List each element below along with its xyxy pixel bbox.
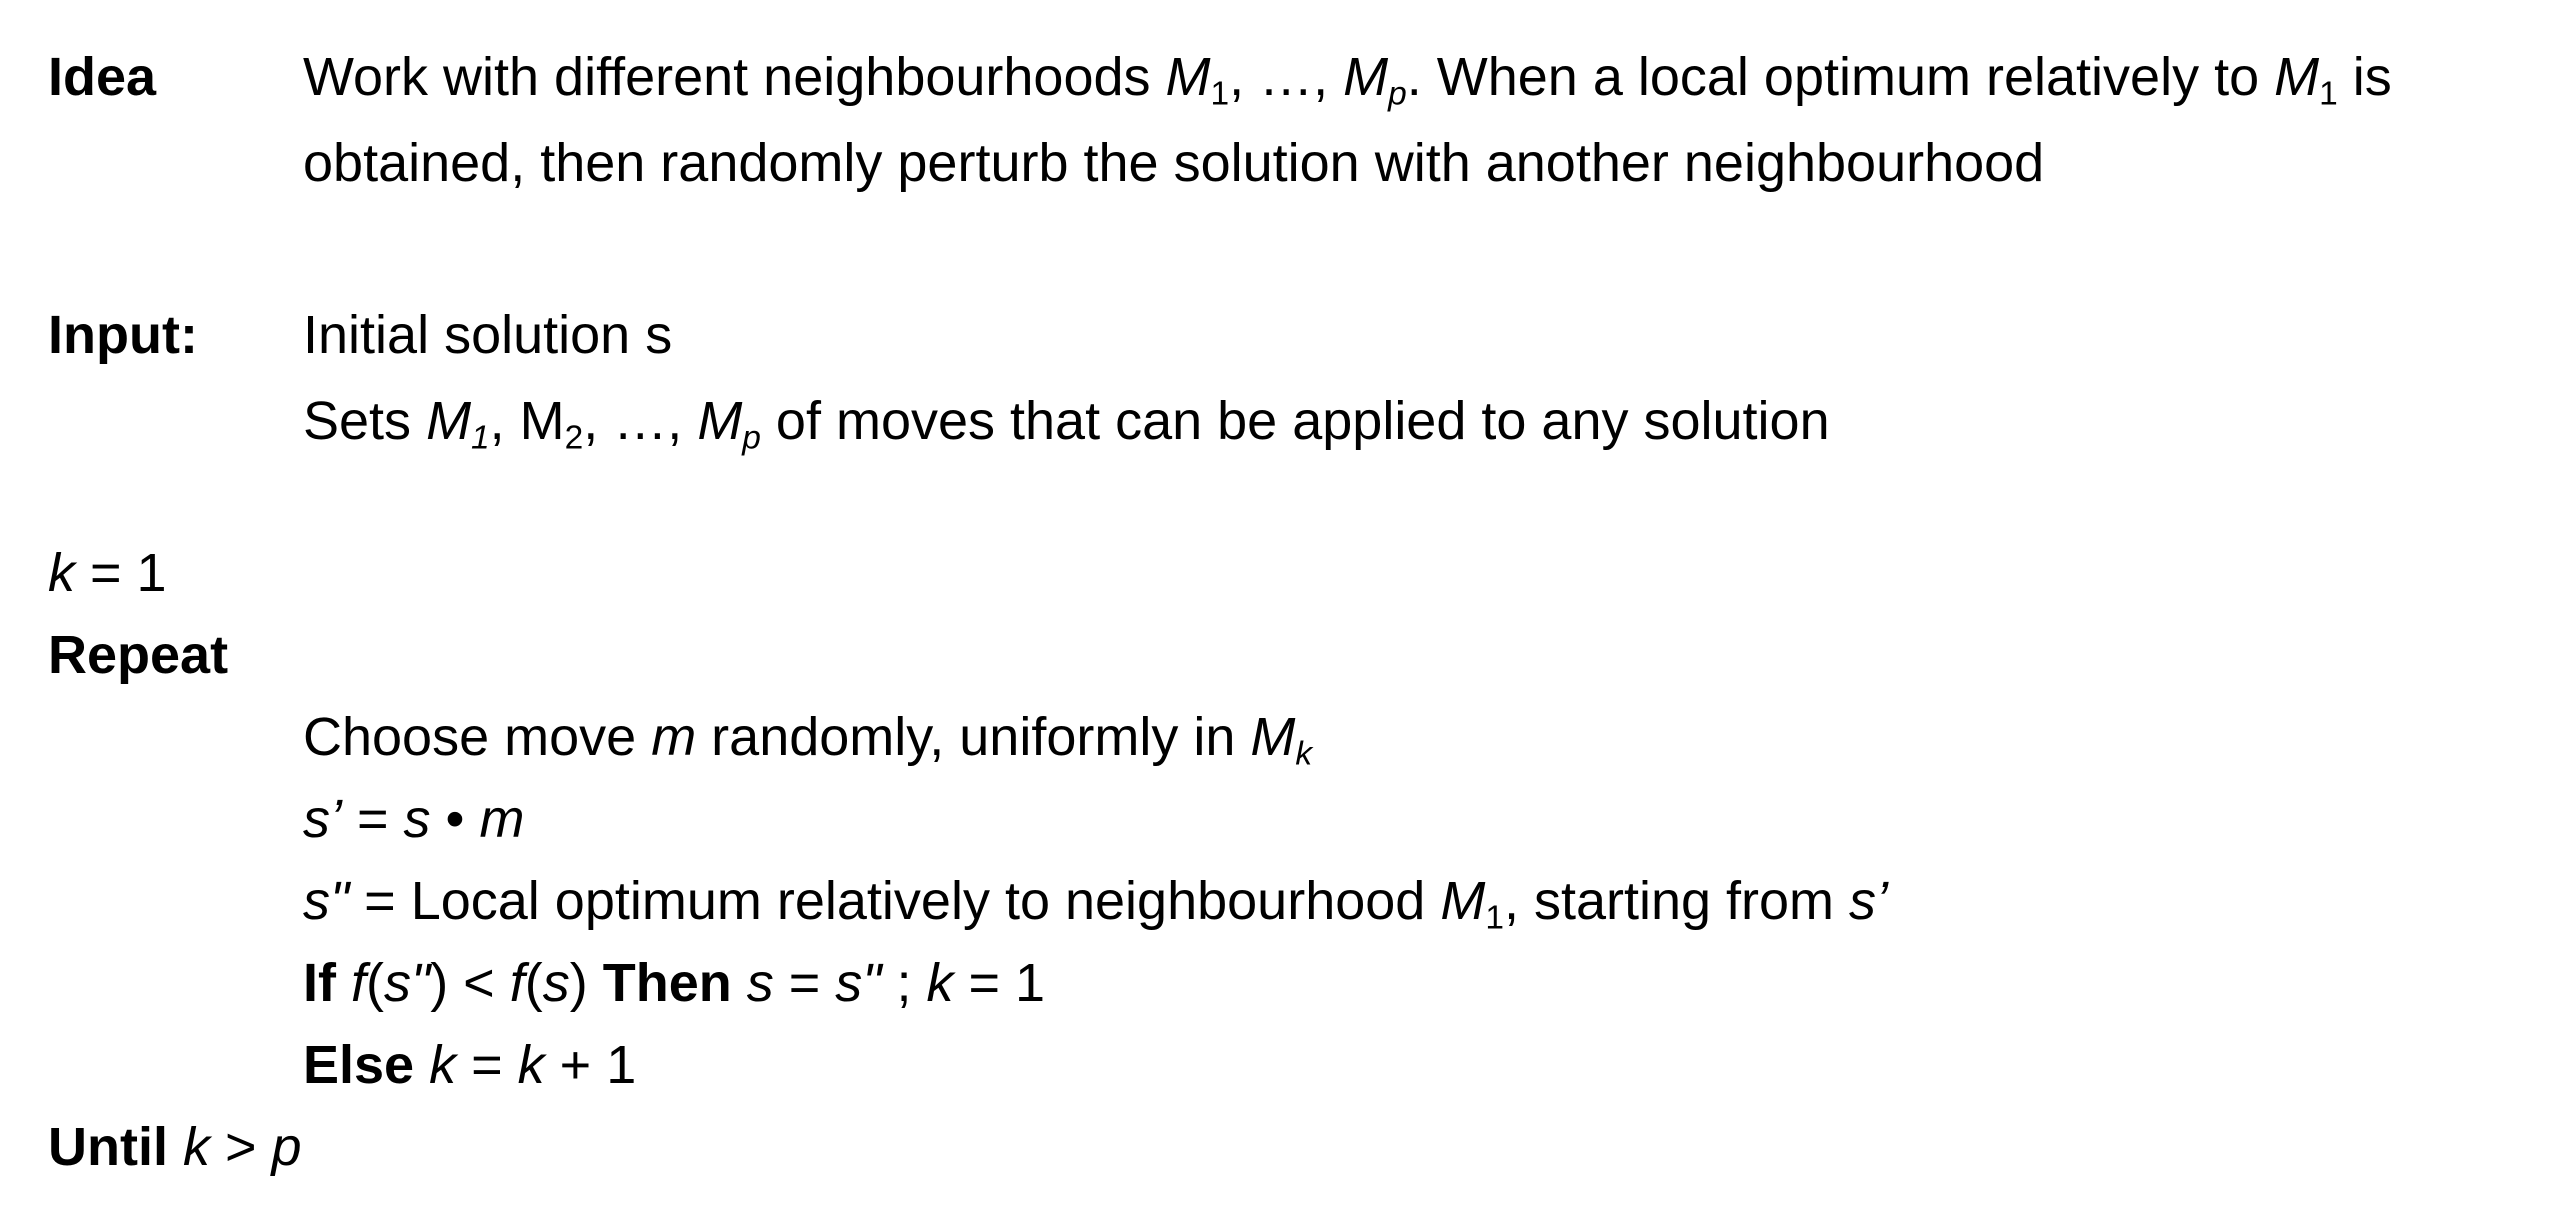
separator: ;: [881, 953, 927, 1013]
var-k: k: [926, 953, 954, 1013]
operator: >: [210, 1117, 272, 1177]
set-m: M: [697, 391, 743, 451]
var-k: k: [517, 1035, 545, 1095]
paren: (: [366, 953, 385, 1013]
var-s-prime: s’: [1849, 871, 1889, 931]
set-m: M: [1440, 871, 1486, 931]
idea-text-3: . When a local optimum relatively to: [1406, 47, 2275, 107]
var-k: k: [429, 1035, 457, 1095]
idea-text-1: Work with different neighbourhoods: [303, 47, 1166, 107]
step-text: , starting from: [1503, 871, 1850, 931]
repeat-keyword: Repeat: [48, 625, 229, 685]
subscript: k: [1295, 735, 1313, 773]
var-p: p: [271, 1117, 302, 1177]
step-local-optimum: s" = Local optimum relatively to neighbo…: [303, 871, 1889, 935]
var-s-prime: s’: [303, 789, 342, 849]
input-label: Input:: [48, 305, 198, 365]
input-line-1: Initial solution s: [303, 305, 673, 365]
set-m: M: [2274, 47, 2320, 107]
operator: + 1: [544, 1035, 637, 1095]
idea-line-2: obtained, then randomly perturb the solu…: [303, 133, 2045, 193]
idea-line-1: Work with different neighbourhoods M1, ……: [303, 47, 2392, 111]
step-text: Choose move: [303, 707, 652, 767]
set-m: M: [1343, 47, 1389, 107]
operator: = 1: [953, 953, 1046, 1013]
init-line: k = 1: [48, 546, 167, 600]
set-m: M: [1250, 707, 1296, 767]
idea-label: Idea: [48, 47, 157, 107]
var-m: m: [651, 707, 697, 767]
set-m: M: [426, 391, 472, 451]
subscript: 1: [1485, 899, 1504, 937]
input-text-4: of moves that can be applied to any solu…: [760, 391, 1830, 451]
subscript: 2: [564, 419, 584, 457]
input-text-3: , …,: [583, 391, 698, 451]
init-value: = 1: [75, 543, 167, 603]
input-line-2: Sets M1, M2, …, Mp of moves that can be …: [303, 391, 1830, 455]
input-text-1: Sets: [303, 391, 427, 451]
var-s-double-prime: s": [835, 953, 882, 1013]
step-text: randomly, uniformly in: [696, 707, 1251, 767]
subscript: 1: [1210, 75, 1230, 113]
operator: =: [456, 1035, 518, 1095]
until-keyword: Until: [48, 1117, 168, 1177]
step-text: = Local optimum relatively to neighbourh…: [349, 871, 1441, 931]
paren: ): [569, 953, 603, 1013]
if-keyword: If: [303, 953, 336, 1013]
else-keyword: Else: [303, 1035, 415, 1095]
operator: =: [773, 953, 836, 1013]
operator: •: [430, 789, 480, 849]
subscript: p: [742, 419, 761, 457]
step-apply-move: s’ = s • m: [303, 792, 524, 846]
func-f: f: [509, 953, 525, 1013]
var-k: k: [48, 543, 75, 603]
set-m: M: [1165, 47, 1211, 107]
until-line: Until k > p: [48, 1120, 302, 1174]
var-s: s: [403, 789, 431, 849]
input-text-2: , M: [489, 391, 565, 451]
subscript: p: [1388, 75, 1407, 113]
idea-text-2: , …,: [1229, 47, 1344, 107]
subscript: 1: [2319, 75, 2338, 113]
var-s: s: [542, 953, 570, 1013]
step-if-then: If f(s") < f(s) Then s = s" ; k = 1: [303, 956, 1045, 1010]
operator: =: [342, 789, 404, 849]
step-else: Else k = k + 1: [303, 1038, 636, 1092]
var-k: k: [183, 1117, 210, 1177]
step-choose-move: Choose move m randomly, uniformly in Mk: [303, 707, 1312, 771]
subscript: 1: [471, 419, 490, 457]
var-s: s: [746, 953, 774, 1013]
operator: ) <: [430, 953, 510, 1013]
idea-text-4: is: [2337, 47, 2392, 107]
var-m: m: [479, 789, 525, 849]
var-s-double-prime: s": [384, 953, 431, 1013]
paren: (: [524, 953, 543, 1013]
func-f: f: [351, 953, 367, 1013]
then-keyword: Then: [602, 953, 732, 1013]
var-s-double-prime: s": [303, 871, 350, 931]
